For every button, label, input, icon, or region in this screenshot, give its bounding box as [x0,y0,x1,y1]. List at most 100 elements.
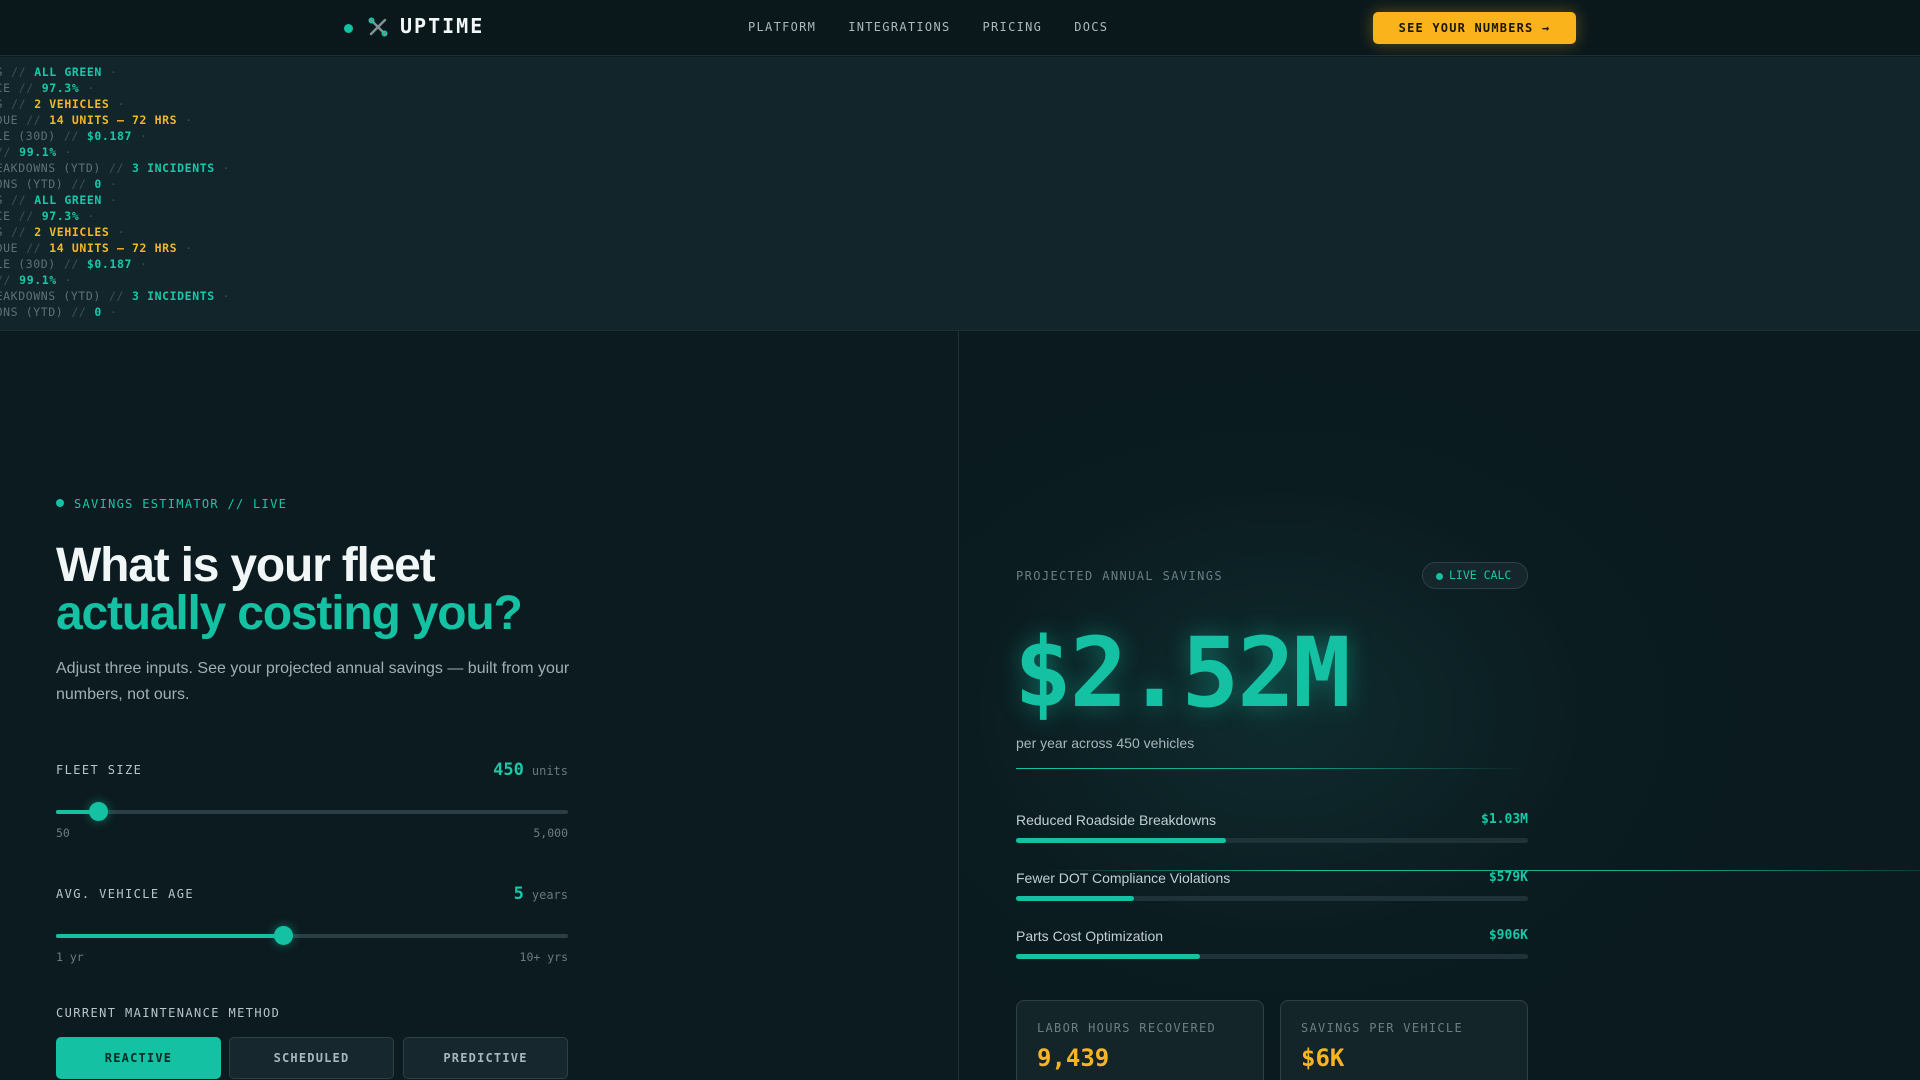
ticker-separator: // [63,129,79,143]
ticker-row: IONS DUE // 14 UNITS — 72 HRS · [0,240,230,256]
brand-logo[interactable]: UPTIME [400,14,484,38]
savings-per-vehicle-value: $6K [1301,1044,1345,1072]
ticker-bullet: · [64,273,73,287]
breakdown-fill-compliance [1016,896,1134,901]
ticker-bullet: · [222,161,231,175]
breakdown-fill-breakdowns [1016,838,1226,843]
ticker-value: 14 UNITS — 72 HRS [49,113,178,127]
vehicle-age-label: AVG. VEHICLE AGE [56,887,194,901]
labor-hours-value: 9,439 [1037,1044,1110,1072]
ticker-label: DE BREAKDOWNS (YTD) [0,289,101,303]
breakdown-value-parts: $906K [1488,928,1528,943]
vehicle-age-handle[interactable] [274,926,293,945]
nav-link-integrations[interactable]: INTEGRATIONS [848,20,950,34]
ticker-bullet: · [185,241,193,255]
ticker-separator: // [71,177,87,191]
ticker-label: IONS DUE [0,113,19,127]
ticker-row: PLIANCE // 97.3% · [0,208,230,224]
status-dot [344,24,353,33]
breakdown-label-breakdowns: Reduced Roadside Breakdowns [1016,812,1217,828]
ticker-row: ALERTS // 2 VEHICLES · [0,224,230,240]
ticker-separator: // [26,241,42,255]
method-reactive-button[interactable]: REACTIVE [56,1037,221,1079]
ticker-separator: // [11,65,27,79]
live-dot [56,499,64,507]
ticker-value: 3 INCIDENTS [132,289,215,303]
total-savings-subtitle: per year across 450 vehicles [1016,735,1195,751]
ticker-label: STATUS [0,65,3,79]
fleet-size-handle[interactable] [89,802,108,821]
ticker-label: OLATIONS (YTD) [0,177,64,191]
ticker-bullet: · [140,129,148,143]
ticker-value: 3 INCIDENTS [132,161,215,175]
ticker-separator: // [108,161,125,175]
breakdown-bar-parts [1016,954,1528,959]
labor-hours-label: LABOR HOURS RECOVERED [1037,1021,1217,1035]
breakdown-value-breakdowns: $1.03M [1481,812,1528,827]
ticker-row: PLIANCE // 97.3% · [0,80,230,96]
fleet-size-slider[interactable] [56,802,568,821]
ticker-value: ALL GREEN [34,193,102,207]
ticker-bullet: · [117,97,125,111]
ticker-value: 0 [94,305,102,319]
eyebrow-text: SAVINGS ESTIMATOR // LIVE [74,497,288,511]
ticker-label: DE BREAKDOWNS (YTD) [0,161,101,175]
ticker-row: ER MILE (30D) // $0.187 · [0,128,230,144]
ticker-label: ER MILE (30D) [0,129,56,143]
nav-link-docs[interactable]: DOCS [1074,20,1108,34]
estimator-eyebrow: SAVINGS ESTIMATOR // LIVE [56,497,287,511]
ticker-label: PLIANCE [0,81,11,95]
nav-link-platform[interactable]: PLATFORM [748,20,816,34]
fleet-size-label: FLEET SIZE [56,763,143,777]
page-title: What is your fleet actually costing you? [56,542,523,638]
ticker-row: OLATIONS (YTD) // 0 · [0,304,230,320]
breakdown-bar-compliance [1016,896,1528,901]
live-calc-dot [1436,573,1443,580]
ticker-value: ALL GREEN [34,65,102,79]
results-divider [1016,768,1528,769]
ticker-bullet: · [185,113,193,127]
breakdown-label-compliance: Fewer DOT Compliance Violations [1016,870,1231,886]
breakdown-bar-breakdowns [1016,838,1528,843]
vehicle-age-fill [56,934,283,938]
ticker-row: STATUS // ALL GREEN · [0,192,230,208]
method-predictive-button[interactable]: PREDICTIVE [403,1037,568,1079]
see-numbers-button[interactable]: SEE YOUR NUMBERS → [1373,12,1576,44]
ticker-label: STATUS [0,193,3,207]
ticker-value: 0 [94,177,102,191]
ticker-separator: // [18,81,34,95]
ticker-row: RATE//99.1%· [0,144,230,160]
ticker-separator: // [71,305,87,319]
ticker-separator: // [0,145,12,159]
ticker-row: DE BREAKDOWNS (YTD) // 3 INCIDENTS · [0,160,230,176]
breakdown-label-parts: Parts Cost Optimization [1016,928,1164,944]
ticker-separator: // [11,225,27,239]
ticker-bullet: · [87,81,95,95]
ticker-row: DE BREAKDOWNS (YTD) // 3 INCIDENTS · [0,288,230,304]
ticker-label: IONS DUE [0,241,19,255]
fleet-size-value: 450 units [493,760,568,780]
ticker-bullet: · [109,65,118,79]
ticker-rows: STATUS//ALL GREEN·PLIANCE//97.3%·ALERTS/… [0,64,230,320]
ticker-label: ALERTS [0,97,3,111]
vehicle-age-value: 5 years [514,884,568,904]
ticker-label: ER MILE (30D) [0,257,56,271]
fleet-size-number: 450 [493,760,524,780]
ticker-row: ALERTS // 2 VEHICLES · [0,96,230,112]
ticker-bullet: · [109,177,118,191]
labor-hours-card: LABOR HOURS RECOVERED 9,439 [1016,1000,1264,1080]
method-scheduled-button[interactable]: SCHEDULED [229,1037,394,1079]
ticker-row: STATUS // ALL GREEN · [0,64,230,80]
live-calc-badge: LIVE CALC [1422,562,1528,589]
ticker-bullet: · [109,193,118,207]
ticker-bullet: · [222,289,231,303]
nav-link-pricing[interactable]: PRICING [983,20,1043,34]
ticker-separator: // [63,257,79,271]
ticker-separator: // [11,97,27,111]
top-nav: UPTIME PLATFORM INTEGRATIONS PRICING DOC… [0,0,1920,56]
ticker-label: PLIANCE [0,209,11,223]
vehicle-age-slider[interactable] [56,926,568,945]
savings-per-vehicle-label: SAVINGS PER VEHICLE [1301,1021,1463,1035]
ticker-bullet: · [64,145,73,159]
ticker-row: OLATIONS (YTD) // 0 · [0,176,230,192]
